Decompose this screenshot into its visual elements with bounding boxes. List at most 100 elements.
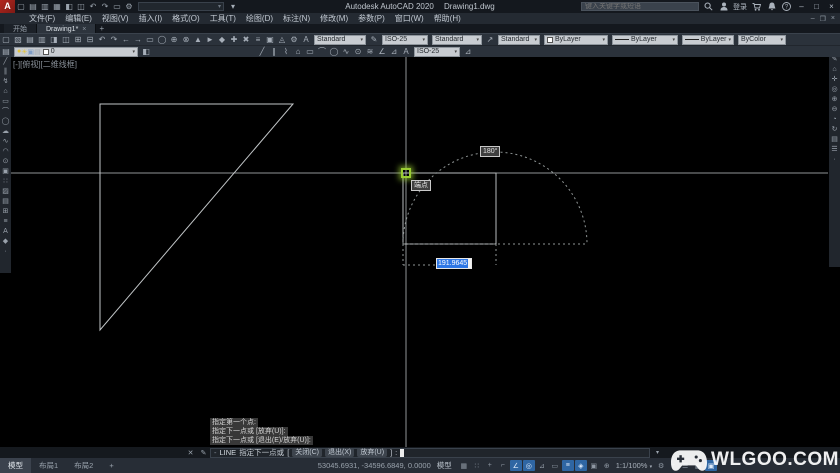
doc-restore-icon[interactable]: ❐ [820,15,826,23]
draw-tool-icon[interactable]: ⊙ [352,46,364,58]
toolbar-icon[interactable]: ↶ [96,34,108,46]
help-icon[interactable]: ? [781,2,792,12]
draw-tool-icon[interactable]: ⌂ [292,46,304,58]
draw-tool-icon[interactable]: ∿ [340,46,352,58]
menu-item[interactable]: 格式(O) [167,13,205,24]
menu-item[interactable]: 绘图(D) [241,13,278,24]
model-space-toggle[interactable]: 模型 [437,460,452,471]
command-customize-icon[interactable]: ✎ [197,449,210,457]
menu-item[interactable]: 修改(M) [315,13,353,24]
help-search-input[interactable] [581,2,699,11]
table-style-dropdown[interactable]: Standard ▾ [432,35,482,45]
toolbar-icon[interactable]: ✚ [228,34,240,46]
nav-tool-icon[interactable]: ✛ [829,75,840,85]
status-toggle-icon[interactable]: ⊿ [536,460,548,471]
draw-tool-icon[interactable]: A [400,46,412,58]
vertical-tool-icon[interactable]: · [0,247,11,257]
tab-start[interactable]: 开始 [4,24,37,33]
quick-access-icon[interactable]: ▦ [51,1,63,13]
vertical-tool-icon[interactable]: A [0,227,11,237]
quick-access-icon[interactable]: ▥ [39,1,51,13]
status-toggle-icon[interactable]: ⊕ [601,460,613,471]
quick-access-icon[interactable]: ↷ [99,1,111,13]
tab-drawing1[interactable]: Drawing1* × [37,24,96,33]
menu-item[interactable]: 窗口(W) [390,13,429,24]
nav-tool-icon[interactable]: ⌂ [829,65,840,75]
layer-state-icon[interactable]: ▣ [28,48,35,56]
vertical-tool-icon[interactable]: ∥ [0,67,11,77]
status-toggle-icon[interactable]: ∠ [510,460,522,471]
status-toggle-icon[interactable]: + [484,460,496,471]
layer-state-icon[interactable]: ▤ [34,48,41,56]
vertical-tool-icon[interactable]: ≡ [0,217,11,227]
new-tab-button[interactable]: + [96,24,107,33]
menu-item[interactable]: 编辑(E) [60,13,97,24]
toolbar-icon[interactable]: ▧ [12,34,24,46]
nav-tool-icon[interactable]: ▤ [829,135,840,145]
quick-access-icon[interactable]: ◧ [63,1,75,13]
layer-states-icon[interactable]: ◧ [140,46,152,58]
status-toggle-icon[interactable]: ▦ [458,460,470,471]
toolbar-icon[interactable]: ► [204,34,216,46]
status-toggle-icon[interactable]: ⌐ [497,460,509,471]
status-toggle-icon[interactable]: ◈ [575,460,587,471]
qat-overflow-icon[interactable]: ▾ [227,1,239,13]
vertical-tool-icon[interactable]: ▨ [0,187,11,197]
toolbar-icon[interactable]: ▢ [0,34,12,46]
quick-access-icon[interactable]: ▢ [15,1,27,13]
vertical-tool-icon[interactable]: ▣ [0,167,11,177]
command-history-dropdown-icon[interactable]: ▾ [656,449,659,456]
quick-access-icon[interactable]: ◫ [75,1,87,13]
vertical-tool-icon[interactable]: ∿ [0,137,11,147]
minimize-button[interactable]: – [796,2,807,11]
draw-tool-icon[interactable]: ∥ [268,46,280,58]
toolbar-icon[interactable]: ≡ [252,34,264,46]
workspace-dropdown[interactable]: ▾ [138,2,224,11]
toolbar-icon[interactable]: ▲ [192,34,204,46]
menu-item[interactable]: 标注(N) [278,13,315,24]
plot-style-dropdown[interactable]: ByColor ▾ [738,35,786,45]
layout-tab[interactable]: + [101,459,121,472]
toolbar-icon[interactable]: ◯ [156,34,168,46]
status-toggle-icon[interactable]: ▣ [588,460,600,471]
nav-tool-icon[interactable]: ⊖ [829,105,840,115]
draw-tool-icon[interactable]: ⌇ [280,46,292,58]
vertical-tool-icon[interactable]: ↯ [0,77,11,87]
status-right-icon[interactable]: ▦ [692,460,704,471]
store-cart-icon[interactable] [751,2,762,12]
toolbar-icon[interactable]: ◬ [276,34,288,46]
nav-tool-icon[interactable]: ⊕ [829,95,840,105]
doc-close-icon[interactable]: × [831,15,835,23]
nav-tool-icon[interactable]: ◔ [829,115,840,125]
toolbar-icon[interactable]: ▣ [264,34,276,46]
quick-access-icon[interactable]: ▤ [27,1,39,13]
status-right-icon[interactable]: ☰ [679,460,691,471]
toolbar-icon[interactable]: ⊗ [180,34,192,46]
menu-item[interactable]: 插入(I) [134,13,168,24]
status-toggle-icon[interactable]: ▭ [549,460,561,471]
quick-access-icon[interactable]: ▭ [111,1,123,13]
vertical-tool-icon[interactable]: ◯ [0,117,11,127]
vertical-tool-icon[interactable]: ◠ [0,147,11,157]
triangle-shape[interactable] [100,104,293,330]
draw-tool-icon[interactable]: ⌒ [316,46,328,58]
annotation-scale[interactable]: 1:1/100% ▾ [616,461,652,470]
nav-tool-icon[interactable]: ☰ [829,145,840,155]
doc-minimize-icon[interactable]: – [811,15,815,23]
toolbar-icon[interactable]: ▭ [144,34,156,46]
color-dropdown[interactable]: ByLayer ▾ [544,35,608,45]
vertical-tool-icon[interactable]: ╱ [0,57,11,67]
draw-tool-icon[interactable]: ▭ [304,46,316,58]
quick-access-icon[interactable]: ⚙ [123,1,135,13]
viewport-controls[interactable]: [-][俯视][二维线框] [13,59,77,70]
command-cancel-icon[interactable]: ✕ [184,449,197,457]
layout-tab[interactable]: 布局1 [31,458,66,473]
mleader-style-dropdown[interactable]: Standard ▾ [498,35,540,45]
vertical-tool-icon[interactable]: ☁ [0,127,11,137]
nav-tool-icon[interactable]: · [829,155,840,165]
command-input[interactable]: - LINE 指定下一点或 [ 关闭(C)退出(X)放弃(U) ] : [210,448,650,458]
toolbar-icon[interactable]: ◆ [216,34,228,46]
menu-item[interactable]: 帮助(H) [429,13,466,24]
status-toggle-icon[interactable]: ≡ [562,460,574,471]
layer-dropdown[interactable]: ●☀▣▤ 0 ▾ [14,47,138,57]
